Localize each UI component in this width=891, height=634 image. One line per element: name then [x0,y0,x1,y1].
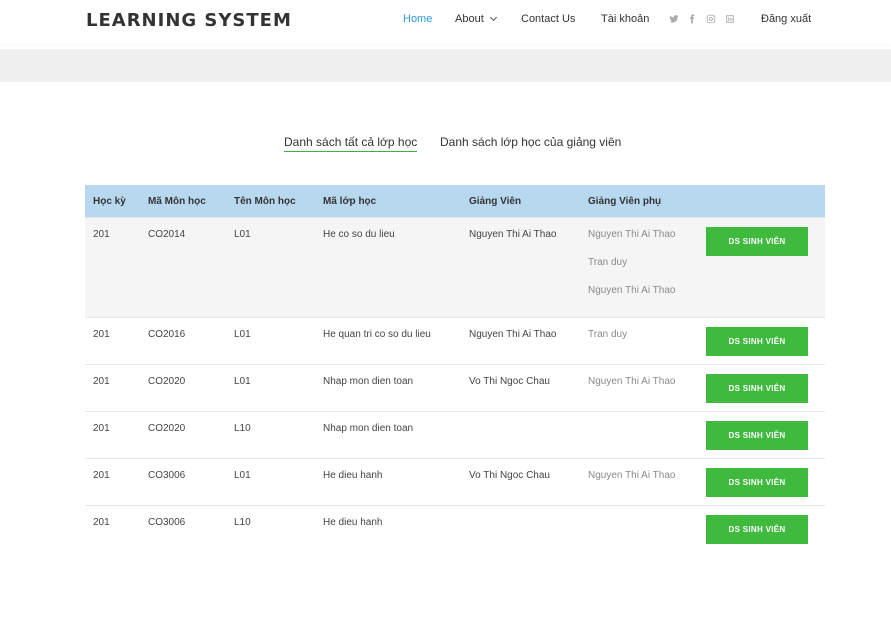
cell-hoc-ky: 201 [93,329,110,340]
page-banner-strip [0,49,891,82]
header-ma-lop-hoc: Mã lớp học [323,195,377,207]
table-row: 201 CO3006 L10 He dieu hanh DS SINH VIÊN [85,506,825,553]
nav-about[interactable]: About [455,13,497,25]
cell-ten-mon: L10 [234,423,251,434]
table-header: Học kỳ Mã Môn học Tên Môn học Mã lớp học… [85,185,825,218]
class-list-tabs: Danh sách tất cả lớp học Danh sách lớp h… [0,135,891,155]
ds-sinh-vien-button[interactable]: DS SINH VIÊN [706,468,808,497]
cell-gv-phu: Tran duy [588,329,628,340]
cell-ma-lop: Nhap mon dien toan [323,423,414,434]
linkedin-icon[interactable] [724,13,735,24]
header-ten-mon-hoc: Tên Môn học [234,195,296,207]
nav-account[interactable]: Tài khoản [601,13,649,25]
cell-giang-vien: Vo Thi Ngoc Chau [469,470,550,481]
header-ma-mon-hoc: Mã Môn học [148,195,206,207]
top-navbar: LEARNING SYSTEM Home About Contact Us Tà… [0,0,891,44]
cell-ma-mon: CO2020 [148,376,186,387]
cell-ma-mon: CO2016 [148,329,186,340]
cell-ma-lop: He dieu hanh [323,517,383,528]
tab-all-classes[interactable]: Danh sách tất cả lớp học [284,135,418,152]
cell-ten-mon: L01 [234,376,251,387]
table-row: 201 CO2020 L10 Nhap mon dien toan DS SIN… [85,412,825,459]
cell-giang-vien: Nguyen Thi Ai Thao [469,229,557,240]
ds-sinh-vien-button[interactable]: DS SINH VIÊN [706,227,808,256]
cell-ten-mon: L01 [234,329,251,340]
cell-ten-mon: L01 [234,470,251,481]
cell-ma-lop: He quan tri co so du lieu [323,329,431,340]
instagram-icon[interactable] [705,13,716,24]
ds-sinh-vien-button[interactable]: DS SINH VIÊN [706,515,808,544]
cell-gv-phu: Nguyen Thi Ai Thao [588,229,676,240]
cell-hoc-ky: 201 [93,229,110,240]
cell-ma-mon: CO3006 [148,470,186,481]
cell-giang-vien: Nguyen Thi Ai Thao [469,329,557,340]
cell-hoc-ky: 201 [93,376,110,387]
ds-sinh-vien-button[interactable]: DS SINH VIÊN [706,421,808,450]
table-row: 201 CO2020 L01 Nhap mon dien toan Vo Thi… [85,365,825,412]
nav-contact[interactable]: Contact Us [521,13,575,25]
cell-gv-phu: Nguyen Thi Ai Thao [588,470,676,481]
header-giang-vien-phu: Giảng Viên phụ [588,195,662,207]
class-table: Học kỳ Mã Môn học Tên Môn học Mã lớp học… [85,185,825,553]
ds-sinh-vien-button[interactable]: DS SINH VIÊN [706,327,808,356]
cell-ma-lop: He co so du lieu [323,229,395,240]
nav-logout[interactable]: Đăng xuất [761,13,811,25]
header-giang-vien: Giảng Viên [469,195,522,207]
chevron-down-icon [489,13,497,22]
cell-gv-phu: Tran duy [588,257,628,268]
header-hoc-ky: Học kỳ [93,195,126,207]
cell-ten-mon: L10 [234,517,251,528]
facebook-icon[interactable] [686,13,697,24]
twitter-icon[interactable] [668,13,679,24]
nav-home[interactable]: Home [403,13,432,25]
table-row: 201 CO3006 L01 He dieu hanh Vo Thi Ngoc … [85,459,825,506]
cell-hoc-ky: 201 [93,470,110,481]
cell-giang-vien: Vo Thi Ngoc Chau [469,376,550,387]
cell-ma-mon: CO2014 [148,229,186,240]
cell-ma-lop: He dieu hanh [323,470,383,481]
cell-ma-mon: CO2020 [148,423,186,434]
cell-gv-phu: Nguyen Thi Ai Thao [588,376,676,387]
cell-ma-lop: Nhap mon dien toan [323,376,414,387]
cell-ten-mon: L01 [234,229,251,240]
tab-lecturer-classes[interactable]: Danh sách lớp học của giảng viên [440,135,621,149]
cell-hoc-ky: 201 [93,517,110,528]
brand-logo[interactable]: LEARNING SYSTEM [86,10,292,31]
ds-sinh-vien-button[interactable]: DS SINH VIÊN [706,374,808,403]
nav-about-label: About [455,13,484,25]
cell-hoc-ky: 201 [93,423,110,434]
table-row: 201 CO2014 L01 He co so du lieu Nguyen T… [85,218,825,318]
cell-ma-mon: CO3006 [148,517,186,528]
cell-gv-phu: Nguyen Thi Ai Thao [588,285,676,296]
table-row: 201 CO2016 L01 He quan tri co so du lieu… [85,318,825,365]
